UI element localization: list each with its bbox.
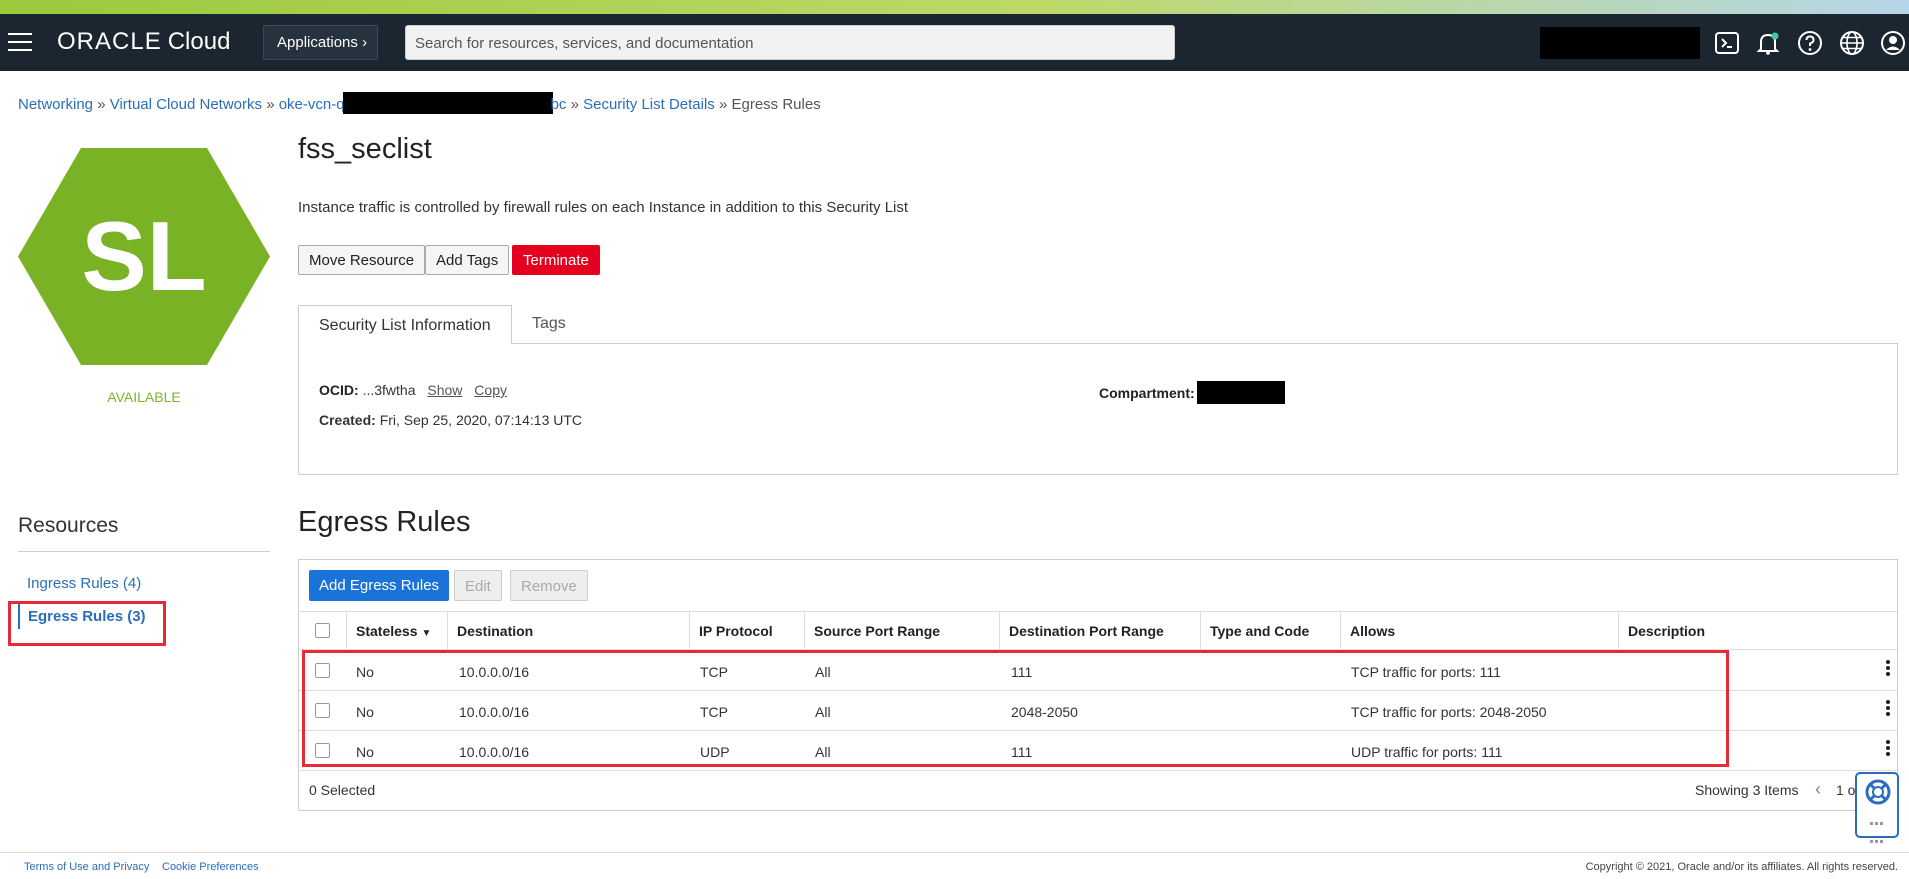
- language-globe-icon[interactable]: [1839, 30, 1865, 56]
- terms-link[interactable]: Terms of Use and Privacy: [24, 861, 149, 873]
- sort-caret-icon: ▼: [421, 628, 432, 639]
- breadcrumb-vcn[interactable]: oke-vcn-q bc: [278, 92, 567, 114]
- breadcrumb: Networking » Virtual Cloud Networks » ok…: [18, 92, 821, 114]
- breadcrumb-separator: »: [718, 96, 728, 113]
- column-header-ip-protocol: IP Protocol: [689, 612, 773, 651]
- status-badge: AVAILABLE: [107, 389, 181, 405]
- compartment-row: Compartment:: [1099, 381, 1285, 404]
- column-header-destination-port-range: Destination Port Range: [999, 612, 1164, 651]
- oracle-cloud-logo[interactable]: ORACLE Cloud: [57, 28, 230, 56]
- breadcrumb-vcn-suffix: bc: [550, 96, 567, 113]
- highlight-annotation-box: [302, 650, 1729, 767]
- table-header: Stateless ▼ Destination IP Protocol Sourc…: [299, 611, 1897, 651]
- highlight-annotation-box: [8, 601, 166, 646]
- footer: Terms of Use and Privacy Cookie Preferen…: [0, 852, 1909, 879]
- terminate-button[interactable]: Terminate: [512, 245, 600, 275]
- row-actions-menu-icon[interactable]: [1886, 740, 1890, 758]
- applications-label: Applications: [277, 34, 358, 51]
- previous-page-icon[interactable]: ‹: [1815, 779, 1821, 800]
- breadcrumb-current: Egress Rules: [731, 96, 821, 113]
- redacted-region: [1196, 381, 1285, 404]
- add-tags-button[interactable]: Add Tags: [425, 245, 510, 275]
- hexagon-letters: SL: [81, 201, 207, 311]
- row-actions-menu-icon[interactable]: [1886, 660, 1890, 678]
- created-label: Created:: [319, 412, 376, 428]
- drag-handle-icon[interactable]: [1870, 815, 1888, 851]
- breadcrumb-security-list-details[interactable]: Security List Details: [583, 96, 715, 113]
- page-indicator: 1 o: [1836, 782, 1856, 798]
- tab-security-list-information[interactable]: Security List Information: [298, 305, 512, 344]
- egress-rules-heading: Egress Rules: [298, 506, 471, 538]
- selected-count: 0 Selected: [309, 782, 376, 798]
- select-all-checkbox[interactable]: [315, 623, 330, 638]
- edit-button[interactable]: Edit: [454, 570, 502, 601]
- resources-heading: Resources: [18, 514, 119, 537]
- breadcrumb-separator: »: [570, 96, 579, 113]
- ocid-label: OCID:: [319, 382, 359, 398]
- column-header-source-port-range: Source Port Range: [804, 612, 940, 651]
- help-icon[interactable]: [1797, 30, 1823, 56]
- redacted-region: [342, 92, 553, 114]
- column-header-description: Description: [1618, 612, 1705, 651]
- column-header-destination: Destination: [447, 612, 533, 651]
- add-egress-rules-button[interactable]: Add Egress Rules: [309, 570, 450, 601]
- ocid-value: ...3fwtha: [362, 382, 416, 398]
- column-header-allows: Allows: [1340, 612, 1395, 651]
- cookie-preferences-link[interactable]: Cookie Preferences: [162, 861, 259, 873]
- created-value: Fri, Sep 25, 2020, 07:14:13 UTC: [379, 412, 583, 428]
- security-list-hexagon-icon: SL: [18, 148, 270, 365]
- search-input[interactable]: Search for resources, services, and docu…: [405, 25, 1175, 60]
- lifebuoy-icon: [1865, 779, 1891, 805]
- sidebar-item-ingress-rules[interactable]: Ingress Rules (4): [27, 575, 141, 592]
- notifications-icon[interactable]: [1755, 30, 1781, 56]
- ocid-show-link[interactable]: Show: [427, 382, 462, 398]
- breadcrumb-virtual-cloud-networks[interactable]: Virtual Cloud Networks: [110, 96, 262, 113]
- items-count: Showing 3 Items: [1695, 782, 1799, 798]
- breadcrumb-networking[interactable]: Networking: [18, 96, 93, 113]
- ocid-copy-link[interactable]: Copy: [474, 382, 507, 398]
- divider: [18, 551, 270, 552]
- column-header-stateless[interactable]: Stateless ▼: [346, 612, 431, 651]
- copyright-text: Copyright © 2021, Oracle and/or its affi…: [1585, 861, 1898, 873]
- logo-brand: ORACLE: [57, 28, 162, 55]
- top-accent-stripe: [0, 0, 1909, 14]
- applications-button[interactable]: Applications ›: [263, 25, 378, 60]
- hamburger-menu-icon[interactable]: [8, 33, 32, 51]
- security-list-info-panel: OCID: ...3fwtha Show Copy Created: Fri, …: [298, 343, 1898, 475]
- column-label: Stateless: [356, 623, 418, 639]
- row-actions-menu-icon[interactable]: [1886, 700, 1890, 718]
- created-row: Created: Fri, Sep 25, 2020, 07:14:13 UTC: [319, 412, 582, 428]
- profile-icon[interactable]: [1880, 30, 1906, 56]
- ocid-row: OCID: ...3fwtha Show Copy: [319, 382, 507, 398]
- remove-button[interactable]: Remove: [510, 570, 588, 601]
- breadcrumb-separator: »: [266, 96, 275, 113]
- breadcrumb-separator: »: [97, 96, 106, 113]
- cloud-shell-icon[interactable]: [1714, 30, 1740, 56]
- redacted-region: [1540, 27, 1700, 59]
- breadcrumb-vcn-prefix: oke-vcn-q: [278, 96, 345, 113]
- help-lifebuoy-widget[interactable]: [1855, 772, 1899, 843]
- page-title: fss_seclist: [298, 133, 432, 165]
- page-description: Instance traffic is controlled by firewa…: [298, 199, 909, 216]
- compartment-label: Compartment:: [1099, 385, 1195, 401]
- top-navigation-bar: ORACLE Cloud Applications › Search for re…: [0, 14, 1909, 71]
- column-header-type-and-code: Type and Code: [1200, 612, 1309, 651]
- chevron-right-icon: ›: [362, 34, 368, 51]
- move-resource-button[interactable]: Move Resource: [298, 245, 426, 275]
- logo-product: Cloud: [167, 28, 231, 55]
- tab-tags[interactable]: Tags: [532, 315, 566, 333]
